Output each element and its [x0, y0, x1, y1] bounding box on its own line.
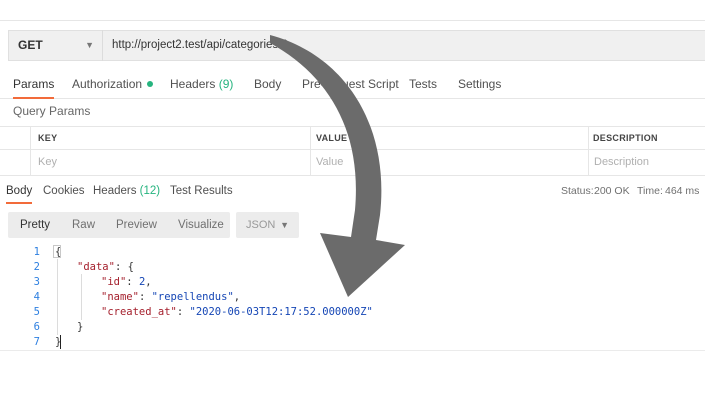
- indent-guide: [57, 259, 58, 335]
- text-cursor: [60, 335, 61, 349]
- line-number: 1: [33, 246, 40, 258]
- view-pretty-button[interactable]: Pretty: [20, 212, 50, 238]
- line-number: 7: [33, 336, 40, 348]
- tab-label: Headers: [93, 185, 137, 197]
- chevron-down-icon: ▼: [85, 40, 94, 50]
- tab-label: Body: [6, 185, 33, 197]
- column-divider: [30, 126, 31, 176]
- view-raw-button[interactable]: Raw: [72, 212, 95, 238]
- tab-label: Params: [13, 77, 55, 91]
- status-label: Status:: [561, 185, 594, 197]
- line-number: 3: [33, 276, 40, 288]
- tab-label: Test Results: [170, 185, 233, 197]
- tab-settings[interactable]: Settings: [458, 71, 501, 98]
- query-params-title: Query Params: [13, 104, 91, 118]
- tab-tests[interactable]: Tests: [409, 71, 437, 98]
- top-divider: [0, 20, 705, 21]
- view-mode-toolbar: Pretty Raw Preview Visualize: [8, 212, 230, 238]
- bottom-divider: [0, 350, 705, 351]
- method-select[interactable]: GET ▼: [8, 30, 103, 61]
- line-number: 2: [33, 261, 40, 273]
- response-tab-cookies[interactable]: Cookies: [43, 180, 85, 202]
- response-tab-test-results[interactable]: Test Results: [170, 180, 233, 202]
- indent-guide: [81, 274, 82, 320]
- code-line: "name": "repellendus",: [101, 291, 241, 303]
- column-divider: [588, 126, 589, 176]
- tab-label: Cookies: [43, 185, 85, 197]
- line-number: 6: [33, 321, 40, 333]
- curved-arrow-annotation: [270, 35, 405, 297]
- response-tab-body[interactable]: Body: [6, 180, 33, 204]
- code-line: "id": 2,: [101, 276, 152, 288]
- tab-label: Headers: [170, 77, 216, 91]
- response-tab-headers[interactable]: Headers (12): [93, 180, 160, 202]
- key-input[interactable]: Key: [38, 150, 57, 175]
- line-number: 5: [33, 306, 40, 318]
- tab-count: (9): [218, 77, 234, 91]
- tab-label: Tests: [409, 77, 438, 91]
- time-label: Time:: [637, 185, 663, 197]
- description-input[interactable]: Description: [594, 150, 649, 175]
- bracket-match-highlight: [53, 245, 61, 258]
- json-key: "name": [101, 291, 139, 303]
- status-dot-icon: [147, 81, 154, 87]
- status-value: 200 OK: [594, 185, 630, 197]
- tab-params[interactable]: Params: [13, 71, 55, 99]
- tab-label: Authorization: [72, 77, 143, 91]
- line-number: 4: [33, 291, 40, 303]
- tab-label: Settings: [458, 77, 502, 91]
- code-line: }: [77, 321, 84, 333]
- tab-authorization[interactable]: Authorization: [72, 71, 154, 98]
- json-key: "created_at": [101, 306, 177, 318]
- column-key: KEY: [38, 133, 58, 143]
- code-line: "data": {: [77, 261, 134, 273]
- json-key: "id": [101, 276, 127, 288]
- json-key: "data": [77, 261, 115, 273]
- tab-count: (12): [139, 185, 161, 197]
- json-value: "repellendus": [151, 291, 234, 303]
- method-label: GET: [18, 38, 43, 52]
- view-preview-button[interactable]: Preview: [116, 212, 157, 238]
- time-value: 464 ms: [665, 185, 700, 197]
- column-description: DESCRIPTION: [593, 133, 658, 143]
- code-line: "created_at": "2020-06-03T12:17:52.00000…: [101, 306, 373, 318]
- json-value: "2020-06-03T12:17:52.000000Z": [189, 306, 373, 318]
- tab-headers[interactable]: Headers (9): [170, 71, 233, 98]
- view-visualize-button[interactable]: Visualize: [178, 212, 224, 238]
- json-value: 2: [138, 276, 146, 288]
